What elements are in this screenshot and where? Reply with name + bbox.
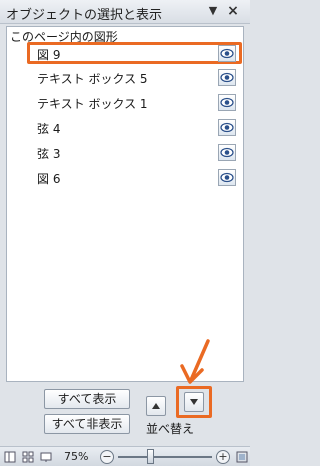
move-up-button[interactable]	[146, 396, 166, 416]
normal-view-icon[interactable]	[4, 451, 16, 463]
zoom-in-button[interactable]: +	[216, 450, 230, 464]
list-item-label: 弦 3	[37, 147, 61, 161]
hide-all-button[interactable]: すべて非表示	[44, 414, 130, 434]
zoom-slider-thumb[interactable]	[147, 449, 155, 464]
list-item-shape[interactable]: 図 9	[27, 42, 242, 64]
zoom-level[interactable]: 75%	[64, 450, 88, 463]
eye-icon[interactable]	[218, 169, 236, 186]
zoom-out-button[interactable]: −	[100, 450, 114, 464]
fit-to-window-icon[interactable]	[236, 451, 248, 463]
close-icon[interactable]: ×	[226, 4, 240, 18]
task-pane-header: オブジェクトの選択と表示 ▼ ×	[0, 0, 250, 24]
shapes-list-panel: このページ内の図形 図 9 テキスト ボックス 5 テキスト ボックス 1 弦 …	[6, 26, 244, 382]
list-item-shape[interactable]: 弦 4	[27, 117, 242, 139]
move-down-button[interactable]	[184, 392, 204, 412]
triangle-down-icon	[190, 399, 198, 405]
eye-icon[interactable]	[218, 69, 236, 86]
list-item-label: 図 9	[37, 48, 61, 62]
list-item-label: 弦 4	[37, 122, 61, 136]
list-item-label: テキスト ボックス 1	[37, 97, 148, 111]
list-item-shape[interactable]: 図 6	[27, 167, 242, 189]
list-item-label: 図 6	[37, 172, 61, 186]
list-item-shape[interactable]: 弦 3	[27, 142, 242, 164]
eye-icon[interactable]	[218, 119, 236, 136]
reorder-label: 並べ替え	[146, 422, 195, 436]
move-down-highlight	[176, 386, 212, 418]
zoom-slider-track[interactable]	[118, 456, 212, 458]
show-all-button[interactable]: すべて表示	[44, 389, 130, 409]
list-item-label: テキスト ボックス 5	[37, 72, 148, 86]
pane-title: オブジェクトの選択と表示	[6, 8, 163, 23]
triangle-up-icon	[152, 403, 160, 409]
dropdown-triangle-icon[interactable]: ▼	[206, 4, 220, 18]
eye-icon[interactable]	[218, 45, 236, 62]
list-item-shape[interactable]: テキスト ボックス 5	[27, 67, 242, 89]
eye-icon[interactable]	[218, 144, 236, 161]
slideshow-icon[interactable]	[40, 451, 52, 463]
slide-sorter-icon[interactable]	[22, 451, 34, 463]
eye-icon[interactable]	[218, 94, 236, 111]
annotation-arrow-icon	[180, 339, 210, 384]
list-item-shape[interactable]: テキスト ボックス 1	[27, 92, 242, 114]
status-bar: 75% − +	[0, 446, 250, 466]
